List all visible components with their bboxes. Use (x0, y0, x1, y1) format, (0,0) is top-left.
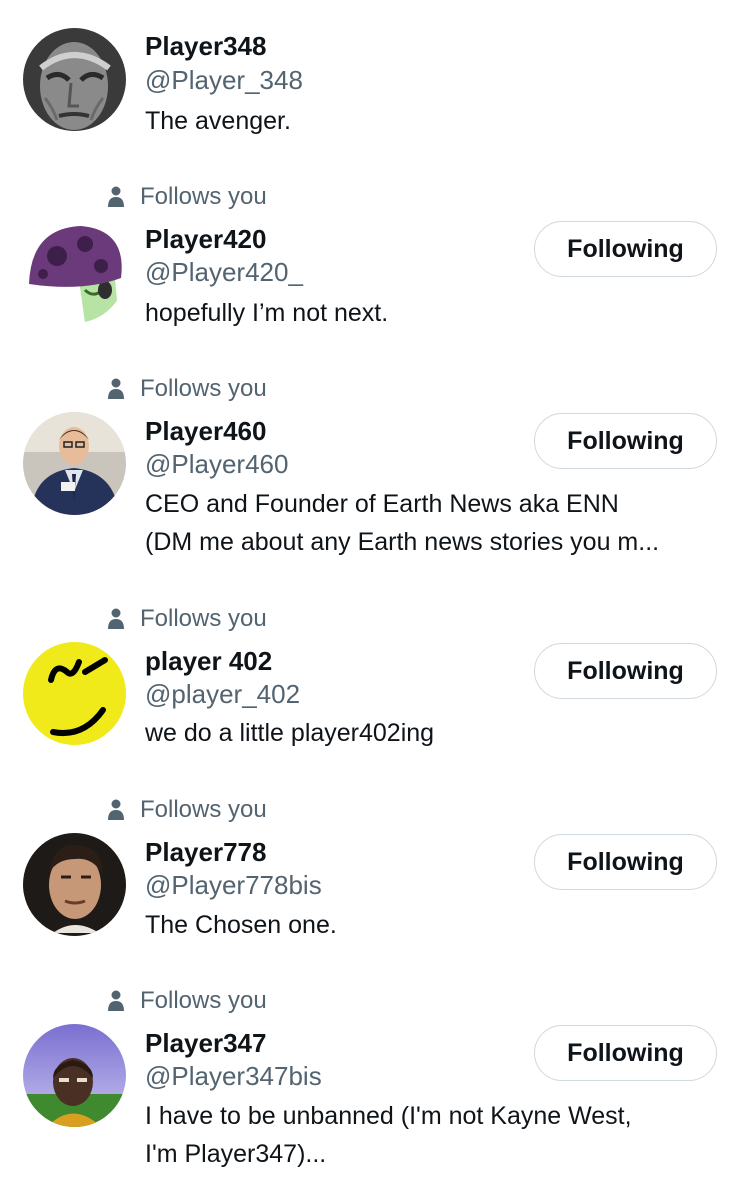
user-cell-1[interactable]: Player348 @Player_348 The avenger. (0, 0, 741, 170)
user-cell-4[interactable]: Follows you player 402 @player_402 we do… (0, 600, 741, 790)
user-cell-3[interactable]: Follows you Player460 @Player460 CEO and… (0, 360, 741, 600)
bio-line: The avenger. (145, 107, 291, 135)
person-icon (108, 378, 124, 399)
gray-face-avatar-icon (23, 28, 126, 131)
person-icon (108, 799, 124, 820)
following-button[interactable]: Following (534, 834, 717, 890)
follows-you-indicator: Follows you (108, 986, 267, 1016)
bio-line: I have to be unbanned (I'm not Kayne Wes… (145, 1102, 632, 1130)
follows-you-indicator: Follows you (108, 604, 267, 634)
user-cell-5[interactable]: Follows you Player778 @Player778bis The … (0, 790, 741, 980)
avatar[interactable] (23, 833, 126, 936)
follows-you-indicator: Follows you (108, 182, 267, 212)
display-name[interactable]: player 402 (145, 646, 272, 676)
user-handle[interactable]: @Player_348 (145, 65, 303, 95)
user-bio: I have to be unbanned (I'm not Kayne Wes… (145, 1097, 715, 1173)
follows-you-label: Follows you (140, 605, 267, 632)
avatar[interactable] (23, 412, 126, 515)
follows-you-label: Follows you (140, 796, 267, 823)
bio-line: CEO and Founder of Earth News aka ENN (145, 490, 619, 518)
user-bio: hopefully I’m not next. (145, 294, 715, 332)
display-name[interactable]: Player420 (145, 224, 266, 254)
person-icon (108, 186, 124, 207)
follows-you-indicator: Follows you (108, 374, 267, 404)
user-bio: The avenger. (145, 102, 715, 140)
user-handle[interactable]: @Player460 (145, 449, 288, 479)
user-bio: we do a little player402ing (145, 714, 715, 752)
purple-mushroom-avatar-icon (23, 220, 126, 323)
bio-line: The Chosen one. (145, 911, 337, 939)
user-handle[interactable]: @Player420_ (145, 257, 303, 287)
user-handle[interactable]: @player_402 (145, 679, 300, 709)
person-icon (108, 608, 124, 629)
user-handle[interactable]: @Player347bis (145, 1061, 322, 1091)
yellow-smiley-avatar-icon (23, 642, 126, 745)
follows-you-label: Follows you (140, 375, 267, 402)
display-name[interactable]: Player778 (145, 837, 266, 867)
avatar[interactable] (23, 642, 126, 745)
user-cell-6[interactable]: Follows you Player347 @Player347bis I ha… (0, 980, 741, 1200)
avatar[interactable] (23, 1024, 126, 1127)
following-button[interactable]: Following (534, 1025, 717, 1081)
user-bio: The Chosen one. (145, 906, 715, 944)
display-name[interactable]: Player347 (145, 1028, 266, 1058)
follows-you-indicator: Follows you (108, 795, 267, 825)
display-name[interactable]: Player460 (145, 416, 266, 446)
reporter-avatar-icon (23, 412, 126, 515)
avatar[interactable] (23, 220, 126, 323)
bio-line: hopefully I’m not next. (145, 299, 389, 327)
display-name[interactable]: Player348 (145, 31, 266, 61)
follows-you-label: Follows you (140, 987, 267, 1014)
man-face-avatar-icon (23, 833, 126, 936)
bio-line: I'm Player347)... (145, 1140, 327, 1168)
follows-you-label: Follows you (140, 183, 267, 210)
game-character-avatar-icon (23, 1024, 126, 1127)
person-icon (108, 990, 124, 1011)
bio-line: we do a little player402ing (145, 719, 435, 747)
user-cell-2[interactable]: Follows you Player420 @Player420_ hopefu… (0, 170, 741, 360)
avatar[interactable] (23, 28, 126, 131)
following-button[interactable]: Following (534, 643, 717, 699)
bio-line: (DM me about any Earth news stories you … (145, 528, 660, 556)
user-bio: CEO and Founder of Earth News aka ENN (D… (145, 485, 715, 561)
following-button[interactable]: Following (534, 413, 717, 469)
following-button[interactable]: Following (534, 221, 717, 277)
user-handle[interactable]: @Player778bis (145, 870, 322, 900)
